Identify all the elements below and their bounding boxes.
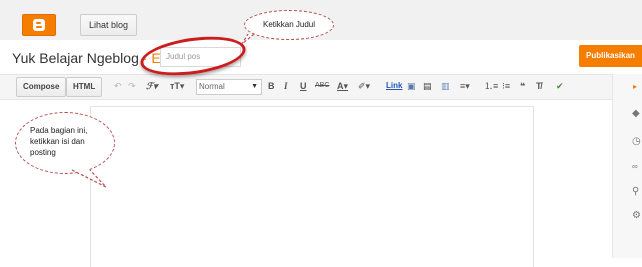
chevron-down-icon: ▼: [251, 83, 258, 90]
post-body-editor[interactable]: [90, 106, 534, 267]
insert-jump-break-icon[interactable]: ▥: [441, 78, 450, 94]
spellcheck-icon[interactable]: ✔: [556, 78, 564, 94]
label-tag-icon[interactable]: ◆: [632, 108, 640, 119]
insert-video-icon[interactable]: ▤: [423, 78, 432, 94]
italic-icon[interactable]: I: [284, 78, 288, 94]
highlight-color-icon[interactable]: ✐▾: [358, 78, 370, 94]
blog-name: Yuk Belajar Ngeblog: [12, 50, 139, 66]
callout-tail-top: [241, 34, 255, 45]
font-family-icon[interactable]: ℱ▾: [146, 78, 158, 94]
schedule-clock-icon[interactable]: ◷: [632, 136, 641, 147]
undo-icon[interactable]: ↶: [114, 78, 122, 94]
font-size-icon[interactable]: ᴛT▾: [170, 78, 184, 94]
publish-button[interactable]: Publikasikan: [579, 45, 642, 67]
quote-icon[interactable]: ❝: [520, 78, 525, 94]
bulleted-list-icon[interactable]: ⁝≡: [502, 78, 510, 94]
strikethrough-icon[interactable]: ABC: [315, 78, 329, 94]
format-select-value: Normal: [199, 82, 225, 91]
callout-tail: [71, 169, 107, 188]
collapse-arrow-icon[interactable]: ▸: [633, 82, 637, 91]
options-gear-icon[interactable]: ⚙: [632, 210, 641, 221]
permalink-icon[interactable]: ∞: [632, 162, 638, 171]
compose-mode-button[interactable]: Compose: [16, 77, 67, 97]
underline-icon[interactable]: U: [300, 78, 307, 94]
callout-bubble-body: Pada bagian ini, ketikkan isi dan postin…: [15, 112, 115, 174]
numbered-list-icon[interactable]: ⒈≡: [484, 78, 498, 94]
align-icon[interactable]: ≡▾: [460, 78, 470, 94]
insert-link-button[interactable]: Link: [386, 78, 402, 94]
bold-icon[interactable]: B: [268, 78, 275, 94]
location-pin-icon[interactable]: ⚲: [632, 186, 639, 197]
blogger-logo-button[interactable]: [22, 14, 56, 36]
callout-body-text: Pada bagian ini, ketikkan isi dan postin…: [30, 126, 88, 157]
remove-format-icon[interactable]: T̸: [536, 78, 542, 94]
html-mode-button[interactable]: HTML: [66, 77, 103, 97]
text-color-icon[interactable]: A▾: [337, 78, 348, 94]
insert-image-icon[interactable]: ▣: [407, 78, 416, 94]
blogger-icon: [33, 19, 45, 31]
post-title-row: Yuk Belajar Ngeblog · Entri: [0, 40, 642, 74]
view-blog-button[interactable]: Lihat blog: [80, 14, 138, 36]
redo-icon[interactable]: ↷: [128, 78, 136, 94]
format-select[interactable]: Normal ▼: [196, 79, 262, 95]
